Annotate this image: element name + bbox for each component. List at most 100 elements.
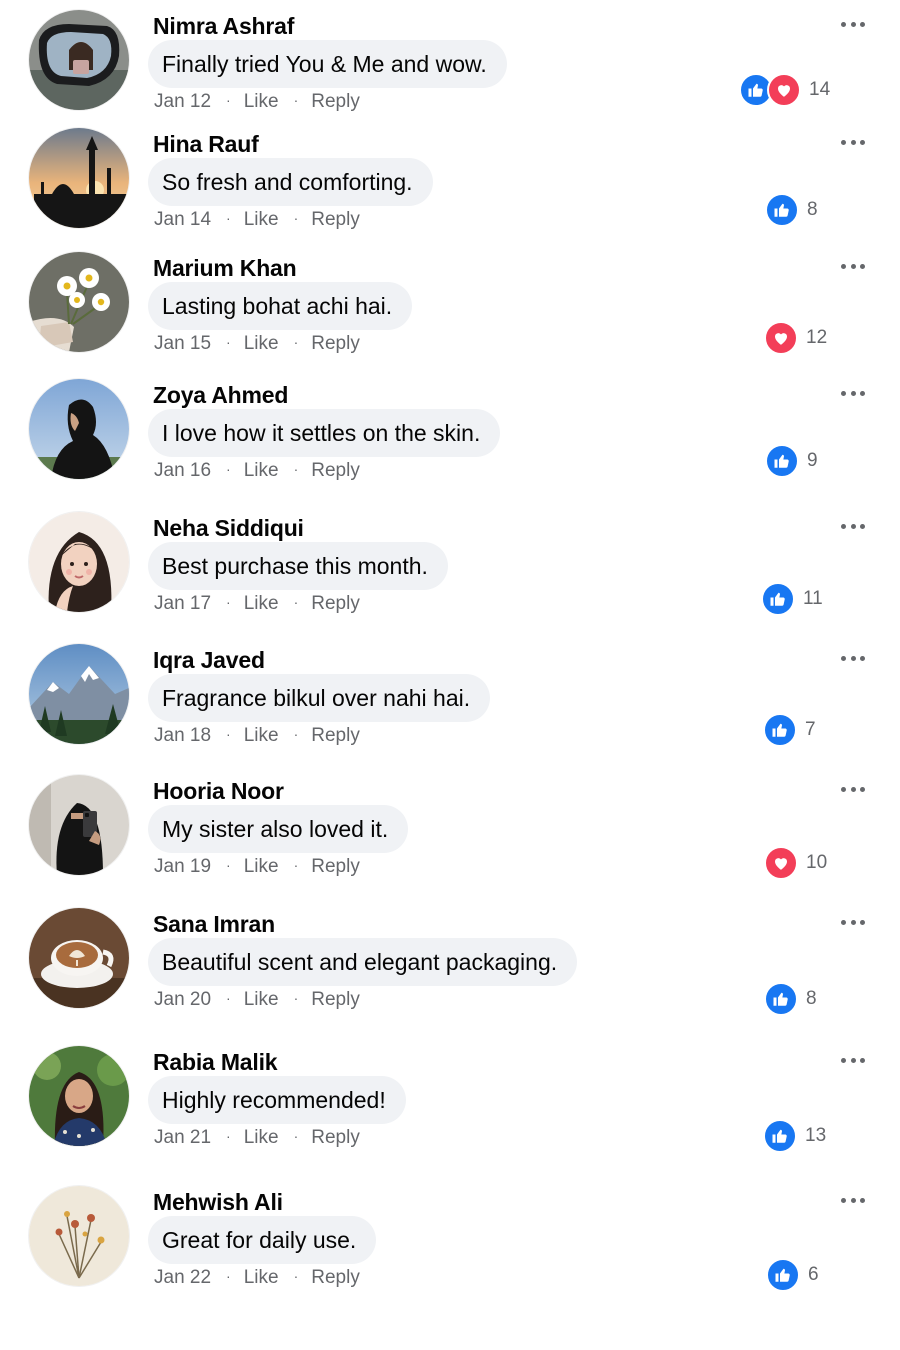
separator: · <box>293 726 299 742</box>
reply-link[interactable]: Reply <box>311 725 360 747</box>
reply-link[interactable]: Reply <box>311 209 360 231</box>
reaction-summary[interactable]: 8 <box>765 193 818 227</box>
like-link[interactable]: Like <box>244 91 279 113</box>
comment-text: Finally tried You & Me and wow. <box>148 40 507 88</box>
more-options-icon[interactable] <box>841 918 865 926</box>
comment-meta: Jan 12 · Like · Reply <box>154 91 360 113</box>
avatar[interactable] <box>29 908 129 1008</box>
like-reaction-icon <box>766 1258 800 1292</box>
reaction-count: 11 <box>803 588 823 609</box>
commenter-name[interactable]: Nimra Ashraf <box>153 13 294 40</box>
more-options-icon[interactable] <box>841 1196 865 1204</box>
like-reaction-icon <box>761 582 795 616</box>
reply-link[interactable]: Reply <box>311 856 360 878</box>
avatar[interactable] <box>29 379 129 479</box>
separator: · <box>293 1268 299 1284</box>
commenter-name[interactable]: Iqra Javed <box>153 647 265 674</box>
timestamp[interactable]: Jan 22 <box>154 1267 211 1289</box>
more-options-icon[interactable] <box>841 389 865 397</box>
commenter-name[interactable]: Sana Imran <box>153 911 275 938</box>
avatar[interactable] <box>29 252 129 352</box>
commenter-name[interactable]: Mehwish Ali <box>153 1189 283 1216</box>
more-options-icon[interactable] <box>841 1056 865 1064</box>
more-options-icon[interactable] <box>841 654 865 662</box>
more-options-icon[interactable] <box>841 522 865 530</box>
avatar[interactable] <box>29 644 129 744</box>
reply-link[interactable]: Reply <box>311 989 360 1011</box>
like-link[interactable]: Like <box>244 593 279 615</box>
timestamp[interactable]: Jan 14 <box>154 209 211 231</box>
separator: · <box>226 990 231 1006</box>
like-link[interactable]: Like <box>244 333 279 355</box>
reply-link[interactable]: Reply <box>311 333 360 355</box>
comment-meta: Jan 21 · Like · Reply <box>154 1127 360 1149</box>
commenter-name[interactable]: Zoya Ahmed <box>153 382 288 409</box>
reaction-summary[interactable]: 12 <box>764 321 828 355</box>
comment-item: Marium Khan Lasting bohat achi hai. Jan 15… <box>0 252 900 372</box>
timestamp[interactable]: Jan 15 <box>154 333 211 355</box>
reaction-summary[interactable]: 10 <box>764 846 827 880</box>
reply-link[interactable]: Reply <box>311 1267 360 1289</box>
comment-text: Great for daily use. <box>148 1216 377 1264</box>
comment-item: Iqra Javed Fragrance bilkul over nahi hai… <box>0 644 900 764</box>
like-link[interactable]: Like <box>244 989 279 1011</box>
reply-link[interactable]: Reply <box>311 460 360 482</box>
avatar[interactable] <box>29 775 129 875</box>
reaction-count: 8 <box>807 199 818 220</box>
reply-link[interactable]: Reply <box>311 593 360 615</box>
separator: · <box>293 210 299 226</box>
reaction-summary[interactable]: 7 <box>763 713 816 747</box>
separator: · <box>293 334 299 350</box>
avatar[interactable] <box>29 1046 129 1146</box>
separator: · <box>226 210 231 226</box>
timestamp[interactable]: Jan 18 <box>154 725 211 747</box>
timestamp[interactable]: Jan 16 <box>154 460 211 482</box>
reaction-summary[interactable]: 8 <box>764 982 817 1016</box>
comment-text: Beautiful scent and elegant packaging. <box>148 938 578 986</box>
separator: · <box>293 990 299 1006</box>
avatar[interactable] <box>29 1186 129 1286</box>
reaction-summary[interactable]: 14 <box>739 73 831 107</box>
separator: · <box>293 857 299 873</box>
reply-link[interactable]: Reply <box>311 91 360 113</box>
reaction-summary[interactable]: 13 <box>763 1119 826 1153</box>
avatar[interactable] <box>29 128 129 228</box>
timestamp[interactable]: Jan 17 <box>154 593 211 615</box>
avatar[interactable] <box>29 10 129 110</box>
more-options-icon[interactable] <box>841 785 865 793</box>
like-link[interactable]: Like <box>244 1127 279 1149</box>
comment-item: Rabia Malik Highly recommended! Jan 21 · Lik… <box>0 1046 900 1166</box>
like-link[interactable]: Like <box>244 856 279 878</box>
comment-item: Sana Imran Beautiful scent and elegant pa… <box>0 908 900 1028</box>
commenter-name[interactable]: Neha Siddiqui <box>153 515 304 542</box>
comment-meta: Jan 15 · Like · Reply <box>154 333 360 355</box>
reaction-count: 14 <box>809 79 831 100</box>
like-link[interactable]: Like <box>244 460 279 482</box>
commenter-name[interactable]: Hooria Noor <box>153 778 284 805</box>
reaction-count: 9 <box>807 450 818 471</box>
more-options-icon[interactable] <box>841 262 865 270</box>
avatar[interactable] <box>29 512 129 612</box>
comment-meta: Jan 17 · Like · Reply <box>154 593 360 615</box>
like-link[interactable]: Like <box>244 209 279 231</box>
timestamp[interactable]: Jan 19 <box>154 856 211 878</box>
timestamp[interactable]: Jan 12 <box>154 91 211 113</box>
love-reaction-icon <box>767 73 801 107</box>
more-options-icon[interactable] <box>841 138 865 146</box>
comment-text: Highly recommended! <box>148 1076 406 1124</box>
commenter-name[interactable]: Rabia Malik <box>153 1049 278 1076</box>
more-options-icon[interactable] <box>841 20 865 28</box>
reaction-summary[interactable]: 6 <box>766 1258 819 1292</box>
comment-item: Hina Rauf So fresh and comforting. Jan 14 ·… <box>0 128 900 248</box>
commenter-name[interactable]: Hina Rauf <box>153 131 259 158</box>
comment-meta: Jan 22 · Like · Reply <box>154 1267 360 1289</box>
reaction-summary[interactable]: 11 <box>761 582 823 616</box>
reply-link[interactable]: Reply <box>311 1127 360 1149</box>
reaction-summary[interactable]: 9 <box>765 444 818 478</box>
timestamp[interactable]: Jan 20 <box>154 989 211 1011</box>
like-link[interactable]: Like <box>244 1267 279 1289</box>
like-link[interactable]: Like <box>244 725 279 747</box>
commenter-name[interactable]: Marium Khan <box>153 255 297 282</box>
timestamp[interactable]: Jan 21 <box>154 1127 211 1149</box>
reaction-count: 12 <box>806 327 828 348</box>
